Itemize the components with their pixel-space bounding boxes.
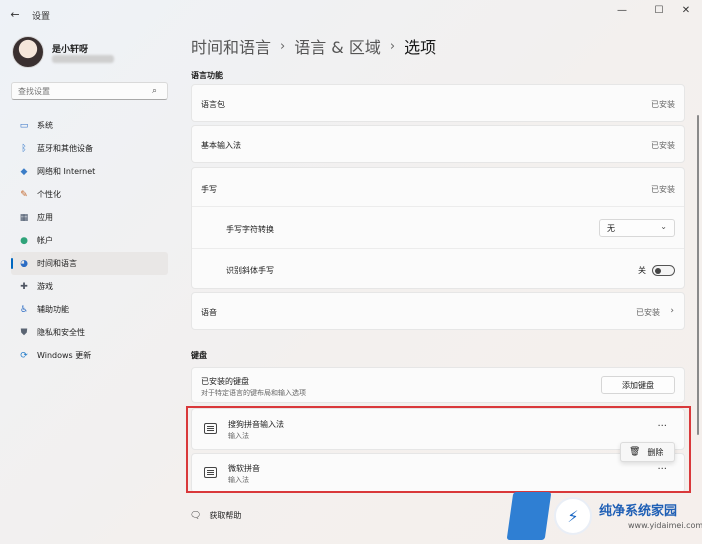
- close-button[interactable]: ✕: [675, 3, 697, 17]
- installed-keyboards-row: 已安装的键盘 对于特定语言的键布局和输入选项 添加键盘: [191, 367, 685, 403]
- handwriting-conversion-value: 无: [607, 224, 615, 233]
- maximize-button[interactable]: ☐: [648, 3, 670, 17]
- update-icon: ⟳: [20, 350, 28, 361]
- user-email-blurred: [52, 55, 114, 63]
- watermark-logo: [506, 492, 552, 540]
- handwriting-status: 已安装: [651, 185, 675, 194]
- monitor-icon: ▭: [19, 120, 29, 131]
- italic-recognition-label: 识别斜体手写: [226, 266, 274, 275]
- handwriting-conversion-dropdown[interactable]: 无 ⌄: [599, 219, 675, 237]
- lightning-icon: ⚡: [567, 506, 579, 526]
- sidebar-item-label: 蓝牙和其他设备: [37, 144, 93, 153]
- handwriting-group: 手写 已安装 手写字符转换 无 ⌄ 识别斜体手写 关: [191, 167, 685, 289]
- speech-label: 语音: [201, 308, 217, 317]
- breadcrumb-separator-icon: ›: [280, 38, 286, 54]
- globe-clock-icon: ◕: [20, 258, 28, 269]
- title-bar: ← 设置 — ☐ ✕: [0, 0, 702, 28]
- basic-typing-status: 已安装: [651, 141, 675, 150]
- handwriting-label: 手写: [201, 185, 217, 194]
- breadcrumb-language-region[interactable]: 语言 & 区域: [294, 34, 381, 58]
- installed-keyboards-label: 已安装的键盘: [201, 377, 249, 386]
- get-help-label: 获取帮助: [209, 511, 242, 520]
- watermark-url: www.yidaimei.com: [628, 521, 702, 530]
- back-arrow-icon: ←: [10, 7, 20, 21]
- add-keyboard-button[interactable]: 添加键盘: [601, 376, 675, 394]
- sidebar-item[interactable]: ᛒ 蓝牙和其他设备: [11, 137, 168, 160]
- back-button[interactable]: ←: [8, 7, 22, 21]
- basic-typing-label: 基本输入法: [201, 141, 241, 150]
- maximize-icon: ☐: [654, 4, 664, 16]
- sidebar-item-label: 应用: [37, 213, 53, 222]
- sidebar-item-label: 辅助功能: [37, 305, 69, 314]
- breadcrumb-time-language[interactable]: 时间和语言: [191, 34, 271, 58]
- help-icon: 🗨: [190, 510, 202, 521]
- close-icon: ✕: [681, 4, 691, 16]
- divider: [192, 248, 684, 249]
- language-pack-status: 已安装: [651, 100, 675, 109]
- search-input[interactable]: [11, 82, 168, 100]
- person-icon: ●: [20, 235, 28, 246]
- sidebar-item-label: 网络和 Internet: [37, 167, 96, 176]
- app-title: 设置: [32, 12, 51, 22]
- trash-icon: 🗑: [629, 447, 641, 457]
- chevron-right-icon: ›: [670, 306, 674, 316]
- user-name: 是小轩呀: [52, 45, 89, 55]
- sidebar-item-label: 游戏: [37, 282, 53, 291]
- watermark: ⚡ 纯净系统家园 www.yidaimei.com: [506, 489, 702, 544]
- sidebar-item-label: 帐户: [37, 236, 53, 245]
- sidebar-item[interactable]: ◆ 网络和 Internet: [11, 160, 168, 183]
- scrollbar[interactable]: [697, 115, 699, 435]
- sidebar-item-label: 系统: [37, 121, 53, 130]
- breadcrumb-separator-icon: ›: [389, 38, 396, 54]
- page-title: 选项: [404, 38, 437, 57]
- delete-label: 删除: [647, 447, 664, 457]
- handwriting-conversion-label: 手写字符转换: [226, 225, 274, 234]
- get-help-link[interactable]: 🗨 获取帮助: [190, 510, 241, 521]
- add-keyboard-label: 添加键盘: [622, 380, 654, 390]
- sidebar-nav: ▭ 系统 ᛒ 蓝牙和其他设备 ◆ 网络和 Internet ✎ 个性化 ▦ 应用 ● 帐户 ◕ 时间和语言…: [11, 114, 168, 367]
- breadcrumb: 时间和语言 › 语言 & 区域 › 选项: [191, 34, 436, 58]
- sidebar-item[interactable]: ✚ 游戏: [11, 275, 168, 298]
- italic-recognition-toggle[interactable]: [652, 265, 675, 276]
- sidebar-item[interactable]: ✎ 个性化: [11, 183, 168, 206]
- sidebar-item[interactable]: ◕ 时间和语言: [11, 252, 168, 275]
- sidebar-item[interactable]: ● 帐户: [11, 229, 168, 252]
- gamepad-icon: ✚: [20, 281, 28, 292]
- context-menu-delete[interactable]: 🗑 删除: [620, 442, 675, 462]
- highlight-box: [186, 406, 691, 493]
- sidebar: 是小轩呀 ⌕ ▭ 系统 ᛒ 蓝牙和其他设备 ◆ 网络和 Internet ✎ 个性化 ▦ 应用 ● 帐…: [0, 28, 180, 544]
- sidebar-item-label: Windows 更新: [37, 351, 92, 360]
- avatar[interactable]: [12, 36, 44, 68]
- sidebar-item[interactable]: ♿ 辅助功能: [11, 298, 168, 321]
- apps-icon: ▦: [19, 212, 29, 223]
- divider: [192, 206, 684, 207]
- basic-typing-row[interactable]: 基本输入法 已安装: [191, 125, 685, 163]
- brush-icon: ✎: [20, 189, 28, 200]
- wifi-icon: ◆: [20, 166, 28, 177]
- keyboards-heading: 键盘: [191, 351, 207, 360]
- watermark-badge: ⚡: [554, 497, 592, 535]
- language-features-heading: 语言功能: [191, 71, 223, 80]
- language-pack-row[interactable]: 语言包 已安装: [191, 84, 685, 122]
- minimize-icon: —: [617, 4, 627, 16]
- speech-status: 已安装: [636, 308, 660, 317]
- sidebar-item-label: 时间和语言: [37, 259, 77, 268]
- search-icon[interactable]: ⌕: [152, 86, 157, 96]
- language-pack-label: 语言包: [201, 100, 225, 109]
- watermark-title: 纯净系统家园: [599, 504, 678, 519]
- accessibility-icon: ♿: [19, 304, 29, 315]
- shield-icon: ⛊: [20, 327, 28, 338]
- sidebar-item[interactable]: ▭ 系统: [11, 114, 168, 137]
- sidebar-item[interactable]: ⛊ 隐私和安全性: [11, 321, 168, 344]
- installed-keyboards-desc: 对于特定语言的键布局和输入选项: [201, 389, 306, 397]
- bluetooth-icon: ᛒ: [21, 143, 27, 154]
- sidebar-item[interactable]: ⟳ Windows 更新: [11, 344, 168, 367]
- sidebar-item-label: 个性化: [37, 190, 61, 199]
- chevron-down-icon: ⌄: [660, 222, 667, 231]
- sidebar-item[interactable]: ▦ 应用: [11, 206, 168, 229]
- minimize-button[interactable]: —: [611, 3, 633, 17]
- speech-row[interactable]: 语音 已安装 ›: [191, 292, 685, 330]
- italic-recognition-state: 关: [638, 266, 646, 275]
- sidebar-item-label: 隐私和安全性: [37, 328, 85, 337]
